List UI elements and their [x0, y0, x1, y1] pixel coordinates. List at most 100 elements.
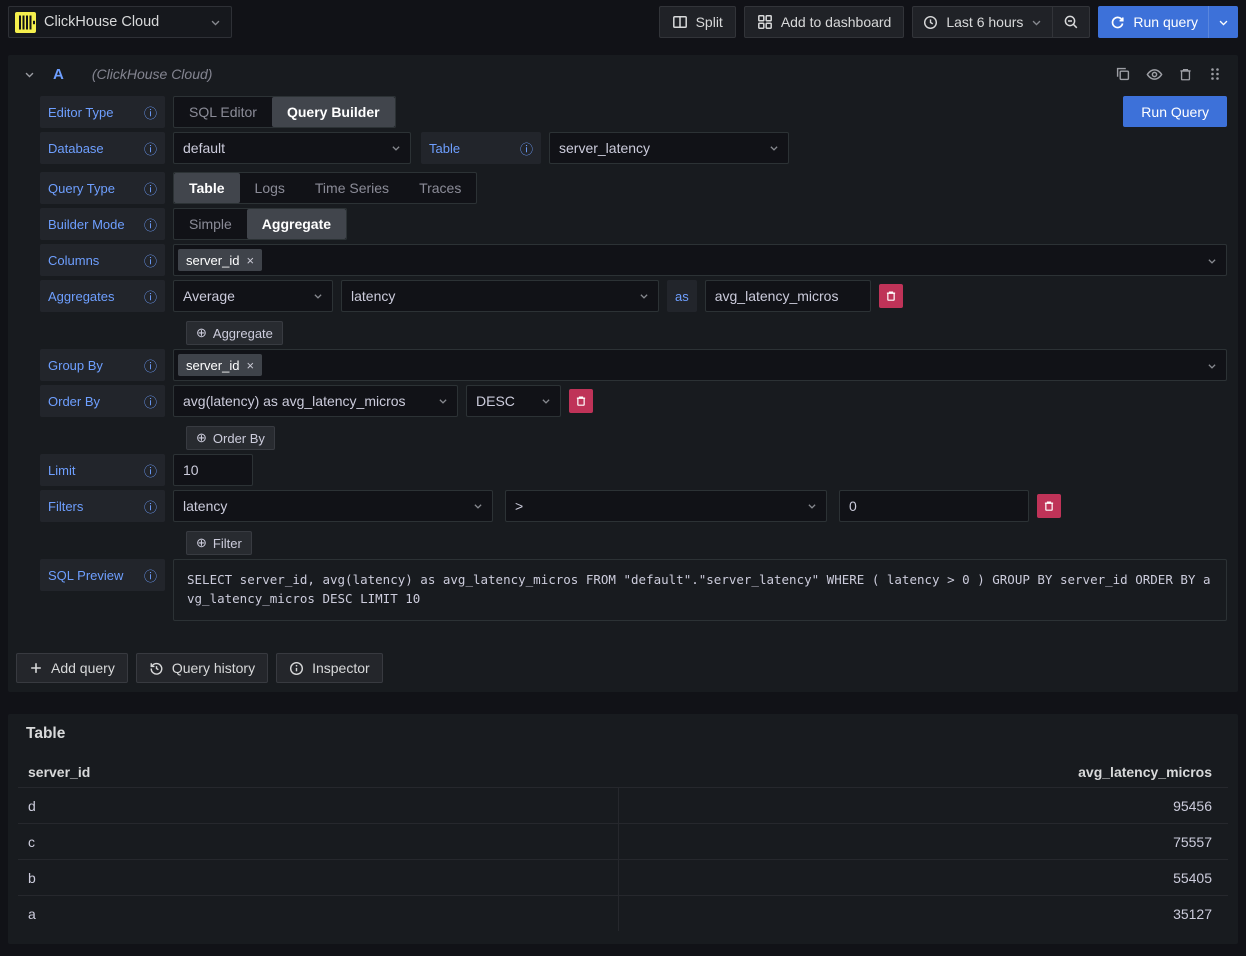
datasource-picker[interactable]: ClickHouse Cloud: [8, 6, 232, 38]
column-header-server-id[interactable]: server_id: [18, 764, 618, 780]
info-icon[interactable]: ⓘ: [144, 251, 157, 270]
run-query-button[interactable]: Run query: [1098, 6, 1238, 38]
time-range-label: Last 6 hours: [946, 14, 1023, 30]
sql-preview-text: SELECT server_id, avg(latency) as avg_la…: [173, 559, 1227, 621]
results-table: server_id avg_latency_micros d 95456 c 7…: [18, 757, 1228, 931]
sync-icon: [1110, 15, 1125, 30]
add-filter-button[interactable]: ⊕ Filter: [186, 531, 252, 555]
columns-row: Columns ⓘ server_id ×: [40, 244, 1227, 276]
query-type-option-time-series[interactable]: Time Series: [300, 173, 404, 203]
builder-mode-option-aggregate[interactable]: Aggregate: [247, 209, 346, 239]
cell-avg-latency: 75557: [618, 824, 1228, 859]
remove-order-by-button[interactable]: [569, 389, 593, 413]
drag-handle-icon[interactable]: [1208, 66, 1222, 82]
info-icon[interactable]: ⓘ: [144, 566, 157, 585]
editor-type-option-query-builder[interactable]: Query Builder: [272, 97, 395, 127]
hide-query-eye-icon[interactable]: [1146, 66, 1163, 83]
database-select[interactable]: default: [173, 132, 411, 164]
builder-mode-option-simple[interactable]: Simple: [174, 209, 247, 239]
zoom-out-time-button[interactable]: [1052, 7, 1089, 37]
chevron-down-icon: [1031, 17, 1042, 28]
group-by-chip-server-id[interactable]: server_id ×: [178, 354, 262, 376]
chevron-down-icon: [639, 291, 649, 301]
filter-column-select[interactable]: latency: [173, 490, 493, 522]
query-editor-header: A (ClickHouse Cloud): [8, 55, 1238, 93]
filter-value-input[interactable]: [839, 490, 1029, 522]
order-by-field-select[interactable]: avg(latency) as avg_latency_micros: [173, 385, 458, 417]
query-type-option-logs[interactable]: Logs: [240, 173, 300, 203]
add-filter-row: ⊕ Filter: [186, 531, 1227, 555]
info-icon[interactable]: ⓘ: [144, 215, 157, 234]
chevron-down-icon: [313, 291, 323, 301]
builder-mode-row: Builder Mode ⓘ Simple Aggregate: [40, 208, 1227, 240]
split-button[interactable]: Split: [659, 6, 736, 38]
info-icon[interactable]: ⓘ: [520, 139, 533, 158]
info-icon[interactable]: ⓘ: [144, 287, 157, 306]
builder-mode-radio-group: Simple Aggregate: [173, 208, 347, 240]
info-icon[interactable]: ⓘ: [144, 103, 157, 122]
sql-preview-row: SQL Preview ⓘ SELECT server_id, avg(late…: [40, 559, 1227, 621]
cell-avg-latency: 95456: [618, 788, 1228, 823]
columns-multiselect[interactable]: server_id ×: [173, 244, 1227, 276]
table-row: d 95456: [18, 787, 1228, 823]
remove-chip-icon[interactable]: ×: [246, 253, 254, 268]
limit-input[interactable]: [173, 454, 253, 486]
add-to-dashboard-button[interactable]: Add to dashboard: [744, 6, 905, 38]
cell-server-id: b: [18, 860, 618, 895]
info-icon[interactable]: ⓘ: [144, 356, 157, 375]
info-icon[interactable]: ⓘ: [144, 461, 157, 480]
query-history-button[interactable]: Query history: [136, 653, 268, 683]
table-select[interactable]: server_latency: [549, 132, 789, 164]
time-range-button[interactable]: Last 6 hours: [913, 7, 1052, 37]
builder-mode-label: Builder Mode ⓘ: [40, 208, 165, 240]
add-aggregate-button[interactable]: ⊕ Aggregate: [186, 321, 283, 345]
add-query-button[interactable]: Add query: [16, 653, 128, 683]
group-by-multiselect[interactable]: server_id ×: [173, 349, 1227, 381]
aggregates-row: Aggregates ⓘ Average latency as: [40, 280, 1227, 312]
table-row: b 55405: [18, 859, 1228, 895]
aggregate-column-select[interactable]: latency: [341, 280, 659, 312]
column-header-avg-latency-micros[interactable]: avg_latency_micros: [618, 764, 1228, 780]
delete-query-trash-icon[interactable]: [1178, 67, 1193, 82]
add-aggregate-row: ⊕ Aggregate: [186, 321, 1227, 345]
cell-server-id: c: [18, 824, 618, 859]
columns-label: Columns ⓘ: [40, 244, 165, 276]
info-icon[interactable]: ⓘ: [144, 139, 157, 158]
collapse-chevron-icon[interactable]: [20, 65, 39, 84]
results-table-panel: Table server_id avg_latency_micros d 954…: [8, 714, 1238, 944]
remove-chip-icon[interactable]: ×: [246, 358, 254, 373]
editor-type-option-sql-editor[interactable]: SQL Editor: [174, 97, 272, 127]
cell-server-id: a: [18, 896, 618, 931]
query-datasource-hint: (ClickHouse Cloud): [92, 66, 213, 82]
remove-filter-button[interactable]: [1037, 494, 1061, 518]
group-by-row: Group By ⓘ server_id ×: [40, 349, 1227, 381]
chevron-down-icon: [541, 396, 551, 406]
duplicate-query-icon[interactable]: [1115, 66, 1131, 82]
info-icon[interactable]: ⓘ: [144, 497, 157, 516]
query-type-option-traces[interactable]: Traces: [404, 173, 476, 203]
circle-plus-icon: ⊕: [196, 430, 207, 446]
remove-aggregate-button[interactable]: [879, 284, 903, 308]
add-to-dashboard-label: Add to dashboard: [781, 14, 892, 30]
columns-chip-server-id[interactable]: server_id ×: [178, 249, 262, 271]
run-query-panel-button[interactable]: Run Query: [1123, 96, 1227, 127]
aggregate-alias-input[interactable]: [705, 280, 871, 312]
aggregates-label: Aggregates ⓘ: [40, 280, 165, 312]
inspector-button[interactable]: Inspector: [276, 653, 383, 683]
split-label: Split: [696, 14, 723, 30]
order-direction-select[interactable]: DESC: [466, 385, 561, 417]
aggregate-function-select[interactable]: Average: [173, 280, 333, 312]
query-ref-id: A: [53, 66, 64, 83]
info-icon[interactable]: ⓘ: [144, 392, 157, 411]
info-icon[interactable]: ⓘ: [144, 179, 157, 198]
table-label: Table ⓘ: [421, 132, 541, 164]
sql-preview-label: SQL Preview ⓘ: [40, 559, 165, 591]
filter-operator-select[interactable]: >: [505, 490, 827, 522]
add-order-by-button[interactable]: ⊕ Order By: [186, 426, 275, 450]
query-editor-footer: Add query Query history Inspector: [8, 625, 1238, 692]
query-type-option-table[interactable]: Table: [174, 173, 240, 203]
limit-row: Limit ⓘ: [40, 454, 1227, 486]
database-label: Database ⓘ: [40, 132, 165, 164]
table-row: c 75557: [18, 823, 1228, 859]
run-query-dropdown[interactable]: [1208, 6, 1238, 38]
